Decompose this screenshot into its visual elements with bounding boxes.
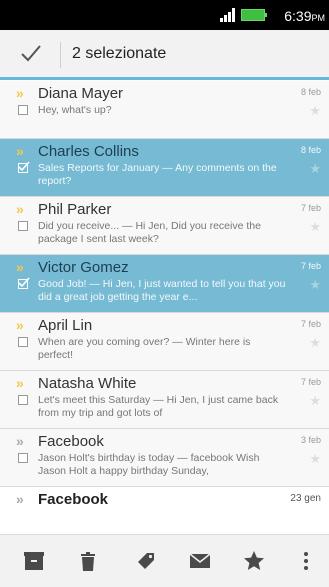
select-checkbox[interactable] — [18, 337, 28, 347]
selection-count: 2 selezionate — [72, 45, 167, 62]
star-icon[interactable]: ★ — [309, 219, 321, 235]
battery-icon — [241, 9, 267, 21]
star-icon[interactable]: ★ — [309, 335, 321, 351]
done-check-icon[interactable] — [20, 42, 42, 64]
email-date: 23 gen — [290, 493, 321, 504]
selection-action-bar: 2 selezionate — [0, 30, 329, 80]
email-sender: Facebook — [38, 491, 109, 508]
email-row[interactable]: » Phil Parker Did you receive... — Hi Je… — [0, 197, 329, 255]
email-date: 7 feb — [300, 377, 321, 387]
email-row[interactable]: » Facebook Jason Holt's birthday is toda… — [0, 429, 329, 487]
email-sender: Phil Parker — [38, 201, 112, 218]
priority-arrow-icon: » — [16, 375, 24, 391]
email-date: 3 feb — [300, 435, 321, 445]
email-sender: April Lin — [38, 317, 93, 334]
email-preview: Hey, what's up? — [38, 104, 112, 116]
email-preview: Let's meet this Saturday — Hi Jen, I jus… — [38, 394, 279, 419]
status-bar: 6:39PM — [0, 0, 329, 30]
email-date: 8 feb — [300, 145, 321, 155]
star-icon[interactable]: ★ — [309, 277, 321, 293]
mail-icon[interactable] — [188, 549, 212, 573]
star-icon[interactable] — [242, 549, 266, 573]
priority-arrow-icon: » — [16, 317, 24, 333]
email-sender: Charles Collins — [38, 143, 139, 160]
priority-arrow-icon: » — [16, 85, 24, 101]
select-checkbox[interactable] — [18, 277, 30, 289]
trash-icon[interactable] — [76, 549, 100, 573]
email-sender: Facebook — [38, 433, 104, 450]
clock-time: 6:39 — [284, 8, 312, 24]
priority-arrow-icon: » — [16, 433, 24, 449]
email-date: 7 feb — [300, 319, 321, 329]
star-icon[interactable]: ★ — [309, 451, 321, 467]
priority-arrow-icon: » — [16, 491, 24, 507]
bottom-toolbar — [0, 534, 329, 587]
tag-icon[interactable] — [134, 549, 158, 573]
overflow-menu-icon[interactable] — [294, 549, 318, 573]
email-preview: Jason Holt's birthday is today — faceboo… — [38, 452, 260, 477]
archive-icon[interactable] — [22, 549, 46, 573]
email-date: 7 feb — [300, 203, 321, 213]
email-row[interactable]: » Diana Mayer Hey, what's up? 8 feb ★ — [0, 81, 329, 139]
email-row[interactable]: » Charles Collins Sales Reports for Janu… — [0, 139, 329, 197]
email-row[interactable]: » Facebook 23 gen — [0, 487, 329, 517]
email-row[interactable]: » Natasha White Let's meet this Saturday… — [0, 371, 329, 429]
star-icon[interactable]: ★ — [309, 103, 321, 119]
email-sender: Natasha White — [38, 375, 137, 392]
email-row[interactable]: » Victor Gomez Good Job! — Hi Jen, I jus… — [0, 255, 329, 313]
clock-ampm: PM — [311, 13, 326, 23]
email-date: 8 feb — [300, 87, 321, 97]
email-date: 7 feb — [300, 261, 321, 271]
clock: 6:39PM — [284, 8, 325, 24]
email-row[interactable]: » April Lin When are you coming over? — … — [0, 313, 329, 371]
select-checkbox[interactable] — [18, 221, 28, 231]
select-checkbox[interactable] — [18, 105, 28, 115]
star-icon[interactable]: ★ — [309, 393, 321, 409]
divider — [60, 42, 61, 68]
email-preview: Did you receive... — Hi Jen, Did you rec… — [38, 220, 261, 245]
email-preview: Sales Reports for January — Any comments… — [38, 162, 277, 187]
email-sender: Diana Mayer — [38, 85, 124, 102]
select-checkbox[interactable] — [18, 161, 30, 173]
select-checkbox[interactable] — [18, 395, 28, 405]
select-checkbox[interactable] — [18, 453, 28, 463]
priority-arrow-icon: » — [16, 143, 24, 159]
signal-icon — [220, 8, 236, 22]
email-sender: Victor Gomez — [38, 259, 129, 276]
priority-arrow-icon: » — [16, 201, 24, 217]
priority-arrow-icon: » — [16, 259, 24, 275]
email-preview: When are you coming over? — Winter here … — [38, 336, 251, 361]
email-preview: Good Job! — Hi Jen, I just wanted to tel… — [38, 278, 286, 303]
star-icon[interactable]: ★ — [309, 161, 321, 177]
email-list: » Diana Mayer Hey, what's up? 8 feb ★ » … — [0, 81, 329, 534]
